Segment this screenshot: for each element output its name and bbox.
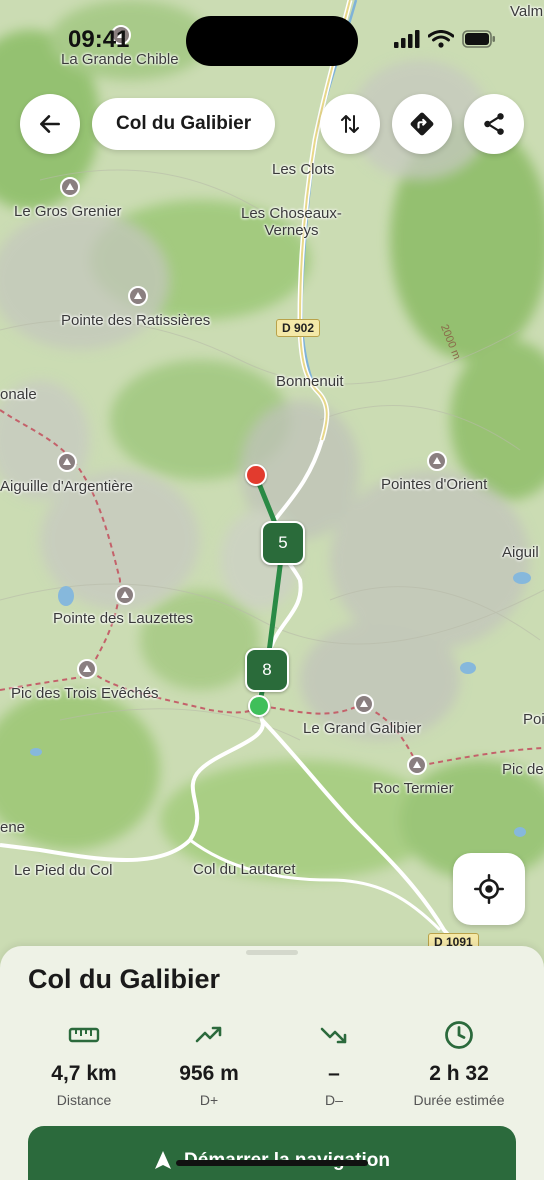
place-label: Les Clots [272,161,335,178]
stat-label: D– [325,1092,343,1108]
share-button[interactable] [464,94,524,154]
stat-value: 956 m [179,1062,239,1085]
home-indicator[interactable] [176,1160,368,1166]
place-label: Poi [523,711,544,728]
stat-ascent: 956 m D+ [139,1020,279,1108]
stat-label: D+ [199,1092,219,1108]
place-label: Le Pied du Col [14,862,113,879]
reverse-route-button[interactable] [320,94,380,154]
status-icons [394,30,496,48]
peak-marker[interactable] [128,286,148,306]
locate-crosshair-icon [474,874,504,904]
route-title: Col du Galibier [28,964,221,994]
stat-duration: 2 h 32 Durée estimée [389,1020,529,1108]
route-title-chip[interactable]: Col du Galibier [92,98,276,150]
peak-marker[interactable] [427,451,447,471]
peak-marker[interactable] [115,585,135,605]
route-start-marker[interactable] [248,695,270,717]
route-summary-sheet[interactable]: Col du Galibier 4,7 km Distance 956 m D+ [0,946,544,1180]
clock-icon [445,1021,473,1049]
peak-marker[interactable] [57,452,77,472]
waypoint-marker[interactable]: 8 [245,648,289,692]
peak-marker[interactable] [60,177,80,197]
status-bar: 09:41 [0,0,544,70]
stat-label: Distance [56,1092,112,1108]
place-label: Aiguille d'Argentière [0,478,133,495]
place-label: Pointes d'Orient [381,476,488,493]
place-label: Aiguil [502,544,539,561]
swap-vertical-icon [341,115,359,133]
peak-marker[interactable] [407,755,427,775]
place-label: Pointe des Lauzettes [53,610,194,627]
stat-descent: – D– [264,1020,404,1108]
peak-marker[interactable] [354,694,374,714]
stat-value: 2 h 32 [429,1062,489,1085]
trend-down-icon [320,1027,347,1044]
navigation-arrow-icon [155,1151,172,1169]
locate-me-button[interactable] [453,853,525,925]
start-navigation-button[interactable]: Démarrer la navigation [28,1126,516,1180]
stat-value: 4,7 km [51,1062,117,1085]
battery-icon [462,30,495,48]
sheet-grabber[interactable] [246,950,298,955]
route-end-marker[interactable] [245,464,267,486]
directions-icon [410,112,434,136]
peak-marker[interactable] [77,659,97,679]
wifi-icon [428,30,454,48]
stat-label: Durée estimée [413,1092,505,1108]
directions-button[interactable] [392,94,452,154]
place-label: Pic des Trois Evêchés [11,685,159,702]
place-label: Pic de [502,761,544,778]
place-label: Les Choseaux- Verneys [241,205,342,240]
place-label: Roc Termier [373,780,454,797]
cellular-signal-icon [394,30,420,48]
stat-value: – [328,1062,340,1085]
arrow-left-icon [40,115,60,133]
back-button[interactable] [20,94,80,154]
waypoint-marker[interactable]: 5 [261,521,305,565]
road-badge-d902: D 902 [276,319,321,337]
ruler-icon [68,1027,100,1043]
share-icon [484,113,504,135]
place-label: Col du Lautaret [193,861,296,878]
dynamic-island [186,16,358,66]
place-label: onale [0,386,37,403]
status-time: 09:41 [68,26,130,53]
stat-distance: 4,7 km Distance [14,1020,154,1108]
place-label: Pointe des Ratissières [61,312,211,329]
place-label: Le Grand Galibier [303,720,422,737]
place-label: ene [0,819,26,836]
place-label: Le Gros Grenier [14,203,122,220]
place-label: Bonnenuit [276,373,344,390]
trend-up-icon [195,1026,222,1043]
